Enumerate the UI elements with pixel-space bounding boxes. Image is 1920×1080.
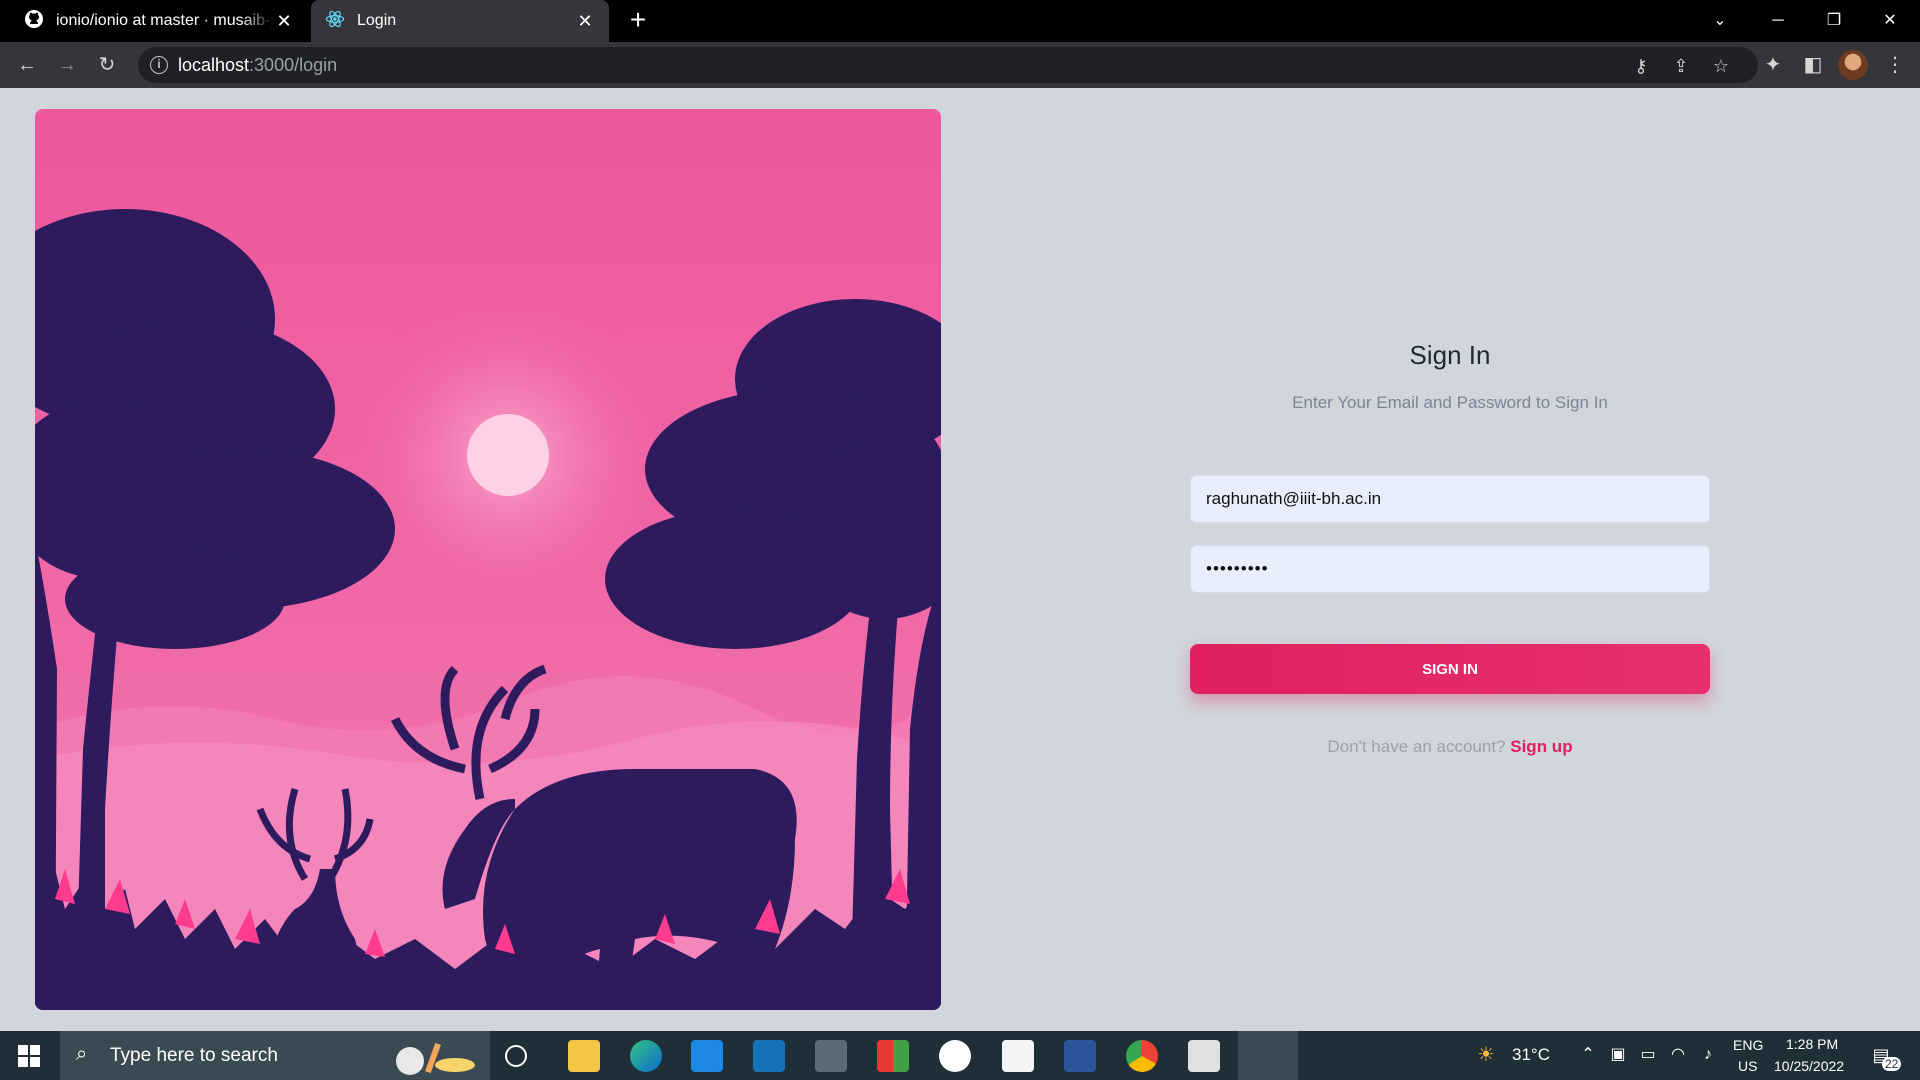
cortana-icon[interactable] bbox=[505, 1045, 527, 1067]
chevron-up-icon[interactable]: ⌃ bbox=[1578, 1045, 1598, 1065]
sign-up-link[interactable]: Sign up bbox=[1510, 737, 1572, 756]
github-icon bbox=[24, 9, 44, 34]
browser-toolbar: ← → ↻ i localhost:3000/login ⚷ ⇪ ☆ ✦ ◧ ⋮ bbox=[0, 42, 1920, 88]
chrome-active-icon[interactable] bbox=[1238, 1031, 1298, 1080]
tab-login[interactable]: Login ✕ bbox=[311, 0, 609, 42]
clock-time[interactable]: 1:28 PM bbox=[1786, 1036, 1838, 1052]
volume-icon[interactable]: ♪ bbox=[1698, 1045, 1718, 1065]
reload-icon[interactable]: ↻ bbox=[93, 51, 121, 79]
tab-title: ionio/ionio at master · musaib-js/ bbox=[56, 12, 274, 29]
vscode-icon[interactable] bbox=[753, 1040, 785, 1072]
close-window-button[interactable]: ✕ bbox=[1870, 6, 1910, 36]
tab-title: Login bbox=[357, 12, 397, 29]
windows-taskbar: ⌕ Type here to search ☀ 31°C ⌃ ▣ ▭ ◠ ♪ E… bbox=[0, 1031, 1920, 1080]
search-placeholder: Type here to search bbox=[110, 1045, 278, 1066]
extensions-icon[interactable]: ✦ bbox=[1759, 51, 1787, 79]
store-icon[interactable] bbox=[815, 1040, 847, 1072]
sign-in-button[interactable]: SIGN IN bbox=[1190, 644, 1710, 694]
app-tiles-icon[interactable] bbox=[877, 1040, 909, 1072]
sign-in-subtitle: Enter Your Email and Password to Sign In bbox=[1292, 393, 1608, 412]
profile-avatar[interactable] bbox=[1838, 50, 1868, 80]
restore-button[interactable]: ❐ bbox=[1814, 6, 1854, 36]
notepad-icon[interactable] bbox=[1002, 1040, 1034, 1072]
signup-prompt: Don't have an account? Sign up bbox=[1190, 737, 1710, 757]
share-icon[interactable]: ⇪ bbox=[1670, 55, 1692, 77]
mail-icon[interactable] bbox=[691, 1040, 723, 1072]
minimize-button[interactable]: ─ bbox=[1758, 6, 1798, 36]
weather-temp[interactable]: 31°C bbox=[1512, 1045, 1550, 1065]
browser-tab-bar: ionio/ionio at master · musaib-js/ ✕ Log… bbox=[0, 0, 1920, 42]
back-icon[interactable]: ← bbox=[13, 51, 41, 79]
forward-icon[interactable]: → bbox=[53, 51, 81, 79]
search-highlight-illustration bbox=[396, 1042, 475, 1075]
new-tab-button[interactable]: + bbox=[624, 6, 652, 35]
word-icon[interactable] bbox=[1064, 1040, 1096, 1072]
mail-app-icon[interactable] bbox=[1188, 1040, 1220, 1072]
tab-github[interactable]: ionio/ionio at master · musaib-js/ ✕ bbox=[0, 0, 308, 42]
region-indicator[interactable]: US bbox=[1738, 1058, 1757, 1074]
wifi-icon[interactable]: ◠ bbox=[1668, 1045, 1688, 1065]
close-tab-icon[interactable]: ✕ bbox=[274, 11, 294, 31]
clock-date[interactable]: 10/25/2022 bbox=[1774, 1058, 1844, 1074]
key-icon[interactable]: ⚷ bbox=[1630, 55, 1652, 77]
tab-search-icon[interactable]: ⌄ bbox=[1700, 6, 1740, 36]
url-text[interactable]: localhost:3000/login bbox=[178, 55, 337, 76]
taskbar-search-box[interactable]: ⌕ Type here to search bbox=[60, 1031, 490, 1080]
address-bar[interactable]: i localhost:3000/login ⚷ ⇪ ☆ bbox=[138, 47, 1758, 83]
close-tab-icon[interactable]: ✕ bbox=[575, 11, 595, 31]
page-title: Sign In bbox=[1409, 340, 1491, 370]
menu-icon[interactable]: ⋮ bbox=[1881, 51, 1909, 79]
hero-illustration bbox=[35, 109, 941, 1010]
url-path: :3000/login bbox=[249, 55, 338, 75]
weather-icon[interactable]: ☀ bbox=[1476, 1045, 1496, 1065]
keep-icon[interactable] bbox=[939, 1040, 971, 1072]
chrome-icon[interactable] bbox=[1126, 1040, 1158, 1072]
side-panel-icon[interactable]: ◧ bbox=[1799, 51, 1827, 79]
bookmark-star-icon[interactable]: ☆ bbox=[1710, 55, 1732, 77]
signup-prompt-text: Don't have an account? bbox=[1327, 737, 1506, 756]
password-field[interactable] bbox=[1190, 545, 1710, 593]
language-indicator[interactable]: ENG bbox=[1733, 1037, 1763, 1053]
notification-count: 22 bbox=[1882, 1057, 1902, 1071]
edge-icon[interactable] bbox=[630, 1040, 662, 1072]
login-page: Sign In Enter Your Email and Password to… bbox=[0, 88, 1920, 1031]
windows-start-icon[interactable] bbox=[18, 1045, 40, 1067]
url-host: localhost bbox=[178, 55, 250, 75]
meet-icon[interactable]: ▣ bbox=[1608, 1045, 1628, 1065]
site-info-icon[interactable]: i bbox=[150, 56, 168, 74]
search-icon: ⌕ bbox=[76, 1043, 88, 1065]
battery-icon[interactable]: ▭ bbox=[1638, 1045, 1658, 1065]
email-field[interactable] bbox=[1190, 475, 1710, 523]
react-icon bbox=[325, 9, 345, 34]
file-explorer-icon[interactable] bbox=[568, 1040, 600, 1072]
